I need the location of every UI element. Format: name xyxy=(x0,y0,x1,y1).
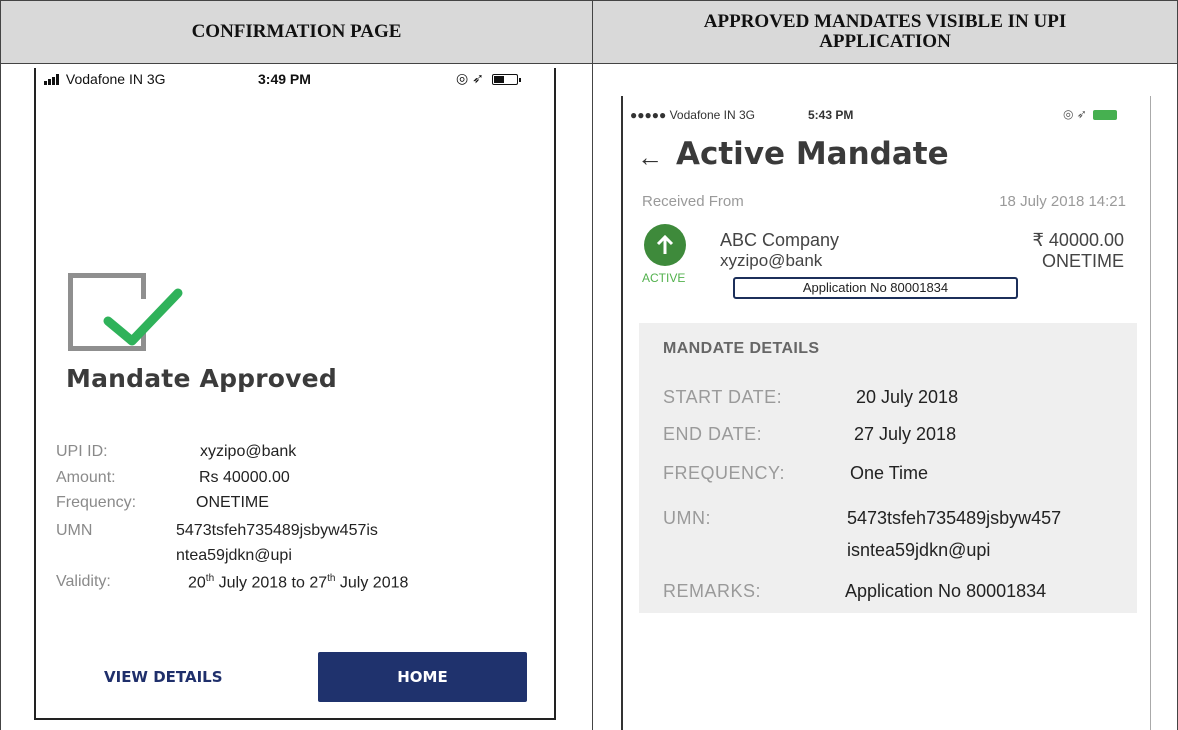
view-details-button[interactable]: VIEW DETAILS xyxy=(104,668,223,686)
field-label: UPI ID: xyxy=(56,443,108,460)
field-value: ONETIME xyxy=(196,494,269,511)
field-label: Amount: xyxy=(56,469,116,486)
field-value: Rs 40000.00 xyxy=(199,469,290,486)
status-bar: Vodafone IN 3G 3:49 PM ◎ ➶ xyxy=(44,70,552,90)
status-icons: ◎ ➶ xyxy=(456,70,521,87)
field-label: Frequency: xyxy=(56,494,137,511)
payee-vpa: xyzipo@bank xyxy=(720,251,823,270)
carrier-label: Vodafone IN 3G xyxy=(44,71,166,87)
header-right-text: APPROVED MANDATES VISIBLE IN UPI APPLICA… xyxy=(703,11,1067,52)
detail-value: Application No 80001834 xyxy=(845,581,1047,601)
carrier-label: ●●●●● Vodafone IN 3G xyxy=(630,108,755,122)
detail-label: UMN: xyxy=(663,508,711,528)
table-border-left xyxy=(0,63,1,730)
detail-value: 27 July 2018 xyxy=(854,424,957,444)
mandate-details-panel: MANDATE DETAILS START DATE: 20 July 2018… xyxy=(639,323,1137,613)
location-icon: ◎ ➶ xyxy=(1063,107,1087,121)
header-left-text: CONFIRMATION PAGE xyxy=(191,21,402,42)
status-icons: ◎ ➶ xyxy=(1063,107,1118,121)
field-value-cont: ntea59jdkn@upi xyxy=(176,547,292,564)
checkmark-icon xyxy=(103,288,183,346)
received-from-label: Received From xyxy=(642,193,744,210)
location-icon: ◎ ➶ xyxy=(456,70,484,86)
header-confirmation: CONFIRMATION PAGE xyxy=(0,0,593,64)
field-value: xyzipo@bank xyxy=(200,443,297,460)
field-value: 20th July 2018 to 27th July 2018 xyxy=(188,573,409,592)
home-button[interactable]: HOME xyxy=(318,652,527,702)
payee-name: ABC Company xyxy=(720,230,840,250)
application-number-box: Application No 80001834 xyxy=(733,277,1018,299)
confirmation-phone-screen: Vodafone IN 3G 3:49 PM ◎ ➶ Mandate Appro… xyxy=(34,68,556,720)
mandate-approved-heading: Mandate Approved xyxy=(66,364,337,393)
details-heading: MANDATE DETAILS xyxy=(663,340,820,357)
field-label: Validity: xyxy=(56,573,111,590)
mandate-amount: ₹ 40000.00 xyxy=(1032,230,1124,250)
status-time: 3:49 PM xyxy=(258,71,311,87)
field-value: 5473tsfeh735489jsbyw457is xyxy=(176,522,378,539)
detail-value-cont: isntea59jdkn@upi xyxy=(847,540,991,560)
table-border-middle xyxy=(592,63,593,730)
detail-label: START DATE: xyxy=(663,387,783,407)
active-mandate-phone-screen: ●●●●● Vodafone IN 3G 5:43 PM ◎ ➶ ← Activ… xyxy=(621,96,1151,730)
status-time: 5:43 PM xyxy=(808,108,854,122)
detail-value: 5473tsfeh735489jsbyw457 xyxy=(847,508,1062,528)
header-approved-mandates: APPROVED MANDATES VISIBLE IN UPI APPLICA… xyxy=(592,0,1178,64)
detail-label: FREQUENCY: xyxy=(663,463,786,483)
back-arrow-icon[interactable]: ← xyxy=(637,142,663,173)
mandate-frequency: ONETIME xyxy=(1041,251,1124,271)
received-date: 18 July 2018 14:21 xyxy=(999,193,1126,210)
field-label: UMN xyxy=(56,522,93,539)
detail-label: END DATE: xyxy=(663,424,763,444)
page-title: Active Mandate xyxy=(676,136,949,172)
detail-value: One Time xyxy=(850,463,929,483)
detail-value: 20 July 2018 xyxy=(856,387,959,407)
battery-icon xyxy=(491,73,521,85)
battery-icon xyxy=(1093,109,1118,120)
home-button-label: HOME xyxy=(397,668,448,686)
status-badge: ACTIVE xyxy=(642,271,686,285)
up-arrow-icon xyxy=(644,224,686,266)
signal-icon xyxy=(44,74,59,85)
detail-label: REMARKS: xyxy=(663,581,762,601)
